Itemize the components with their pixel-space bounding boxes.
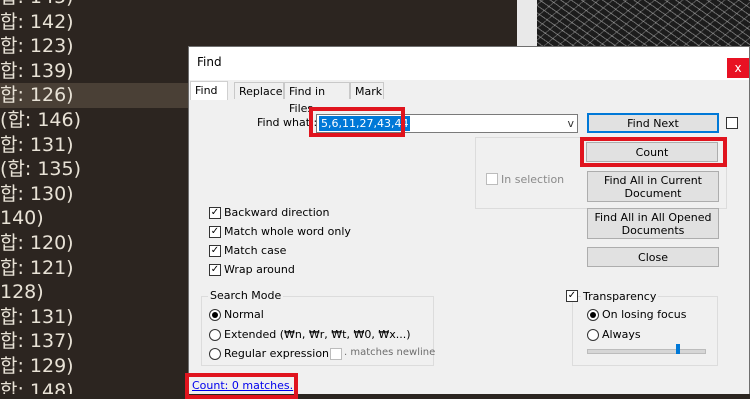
find-what-combobox[interactable]: 5,6,11,27,43,44 v [316, 114, 578, 133]
transparency-slider[interactable] [587, 349, 706, 354]
status-bar: Count: 0 matches. [189, 377, 749, 394]
normal-label: Normal [224, 308, 264, 321]
find-all-current-button[interactable]: Find All in Current Document [587, 171, 719, 202]
whole-word-checkbox[interactable]: ✓ [209, 226, 221, 238]
tab-find-in-files[interactable]: Find in Files [284, 82, 350, 115]
regex-label: Regular expression [224, 347, 330, 360]
extended-label: Extended (₩n, ₩r, ₩t, ₩0, ₩x...) [224, 328, 411, 341]
matches-newline-label: . matches newline [344, 347, 436, 358]
dialog-title: Find [197, 55, 222, 69]
on-losing-focus-radio[interactable] [587, 309, 599, 321]
tab-replace[interactable]: Replace [234, 82, 284, 99]
find-all-opened-button[interactable]: Find All in All Opened Documents [587, 208, 719, 239]
find-dialog: Find x Find Replace Find in Files Mark F… [185, 46, 750, 399]
dialog-titlebar[interactable]: Find x [189, 47, 749, 80]
backward-checkbox[interactable]: ✓ [209, 207, 221, 219]
in-selection-label: In selection [501, 173, 565, 186]
extra-checkbox[interactable] [726, 117, 738, 129]
search-mode-title: Search Mode [208, 289, 284, 302]
matches-newline-checkbox[interactable] [330, 348, 342, 360]
always-radio[interactable] [587, 329, 599, 341]
always-label: Always [602, 328, 641, 341]
close-icon[interactable]: x [727, 58, 749, 78]
transparency-checkbox[interactable]: ✓ [566, 290, 578, 302]
backward-label: Backward direction [224, 206, 330, 219]
match-case-label: Match case [224, 244, 287, 257]
wrap-around-label: Wrap around [224, 263, 295, 276]
on-losing-focus-label: On losing focus [602, 308, 687, 321]
transparency-slider-thumb[interactable] [676, 344, 681, 354]
find-what-label: Find what : [257, 116, 318, 129]
tab-mark[interactable]: Mark [350, 82, 384, 99]
wrap-around-checkbox[interactable]: ✓ [209, 264, 221, 276]
find-next-button[interactable]: Find Next [587, 113, 719, 133]
find-what-value[interactable]: 5,6,11,27,43,44 [319, 116, 411, 131]
close-button[interactable]: Close [587, 247, 719, 267]
in-selection-checkbox[interactable] [486, 173, 498, 185]
match-case-checkbox[interactable]: ✓ [209, 245, 221, 257]
chevron-down-icon[interactable]: v [567, 115, 574, 132]
whole-word-label: Match whole word only [224, 225, 351, 238]
status-count-text[interactable]: Count: 0 matches. [192, 379, 293, 392]
normal-radio[interactable] [209, 309, 221, 321]
editor-line[interactable]: 합: 142) [0, 10, 517, 35]
background-photo [517, 0, 750, 50]
count-button[interactable]: Count [586, 142, 718, 162]
extended-radio[interactable] [209, 329, 221, 341]
tab-find[interactable]: Find [190, 81, 228, 100]
editor-line[interactable]: 합: 145) [0, 0, 517, 10]
regex-radio[interactable] [209, 348, 221, 360]
transparency-label: Transparency [581, 290, 659, 303]
